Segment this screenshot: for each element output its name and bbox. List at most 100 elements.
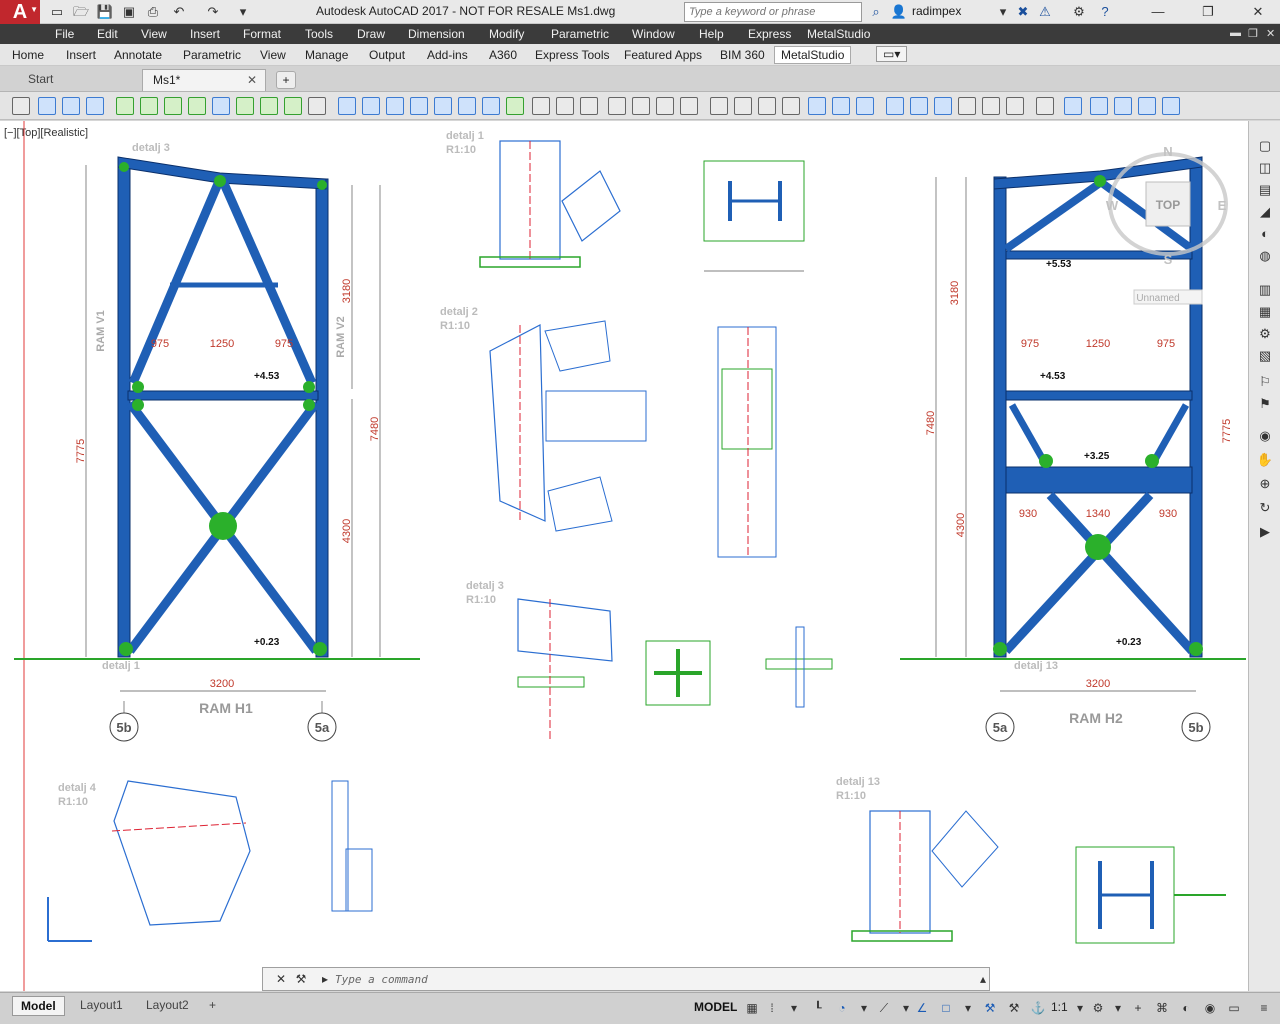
open-folder-icon[interactable]: 🗁 [72, 3, 90, 21]
view-2-icon[interactable] [1090, 97, 1108, 115]
view-5-icon[interactable] [1162, 97, 1180, 115]
table-1-icon[interactable] [886, 97, 904, 115]
box-icon[interactable]: ▢ [1256, 137, 1274, 155]
dimension-icon[interactable] [632, 97, 650, 115]
settings-icon[interactable] [1036, 97, 1054, 115]
model-space-toggle[interactable]: MODEL [694, 1000, 737, 1014]
binoculars-icon[interactable]: ⌕ [867, 3, 885, 21]
polar-icon[interactable]: ◔ [834, 1000, 850, 1016]
command-expand-icon[interactable]: ▴ [975, 971, 991, 987]
ibeam-icon[interactable] [62, 97, 80, 115]
command-input[interactable] [335, 971, 975, 987]
isodraft-dropdown-icon[interactable]: ▾ [898, 1000, 914, 1016]
close-button[interactable]: ✕ [1240, 0, 1276, 24]
menu-tools[interactable]: Tools [305, 27, 333, 41]
gear-icon[interactable]: ⚙ [1256, 325, 1274, 343]
save-icon[interactable]: 💾 [96, 3, 114, 21]
print-icon[interactable]: ⎙ [144, 3, 162, 21]
connection-1-icon[interactable] [338, 97, 356, 115]
drawing-tab-ms1[interactable]: Ms1* ✕ [142, 69, 266, 91]
tab-featured-apps[interactable]: Featured Apps [624, 48, 702, 62]
help-icon[interactable]: ? [1096, 3, 1114, 21]
tab-a360[interactable]: A360 [489, 48, 517, 62]
workspace-dropdown-icon[interactable]: ▾ [1110, 1000, 1126, 1016]
list-2-icon[interactable] [832, 97, 850, 115]
annotation-monitor-icon[interactable]: + [1130, 1000, 1146, 1016]
menu-help[interactable]: Help [699, 27, 724, 41]
wedge-icon[interactable]: ◢ [1256, 203, 1274, 221]
osnap-dropdown-icon[interactable]: ▾ [960, 1000, 976, 1016]
doc-restore-icon[interactable]: ❐ [1248, 27, 1258, 40]
connection-5-icon[interactable] [434, 97, 452, 115]
contrast-icon[interactable]: ◐ [1256, 225, 1274, 243]
stiffener-icon[interactable] [164, 97, 182, 115]
menu-parametric[interactable]: Parametric [551, 27, 609, 41]
isolate-objects-icon[interactable]: ◉ [1202, 1000, 1218, 1016]
drawing-canvas[interactable]: [−][Top][Realistic] 5b 5a RAM H1 3200 97… [0, 121, 1248, 991]
tab-parametric[interactable]: Parametric [183, 48, 241, 62]
bolts-icon[interactable] [532, 97, 550, 115]
layout-tab-layout1[interactable]: Layout1 [72, 996, 131, 1016]
table-2-icon[interactable] [910, 97, 928, 115]
view-3-icon[interactable] [1114, 97, 1132, 115]
close-command-line-icon[interactable]: ✕ [273, 971, 289, 987]
table-3-icon[interactable] [934, 97, 952, 115]
weld-icon[interactable] [556, 97, 574, 115]
menu-draw[interactable]: Draw [357, 27, 385, 41]
menu-edit[interactable]: Edit [97, 27, 118, 41]
menu-window[interactable]: Window [632, 27, 675, 41]
menu-express[interactable]: Express [748, 27, 791, 41]
sheet-set-icon[interactable]: ▧ [1256, 347, 1274, 365]
pan-icon[interactable]: ✋ [1256, 451, 1274, 469]
close-tab-icon[interactable]: ✕ [247, 73, 257, 87]
list-3-icon[interactable] [856, 97, 874, 115]
units-icon[interactable]: ⌘ [1154, 1000, 1170, 1016]
globe-icon[interactable]: ◍ [1256, 247, 1274, 265]
ortho-icon[interactable]: ┖ [810, 1000, 826, 1016]
osnap-icon[interactable]: □ [938, 1000, 954, 1016]
user-dropdown-icon[interactable]: ▾ [994, 3, 1012, 21]
doc-minimize-icon[interactable]: ▬ [1230, 27, 1241, 39]
ribbon-minimize-button[interactable]: ▭▾ [876, 46, 908, 62]
grid-icon[interactable]: ▦ [744, 1000, 760, 1016]
layers-icon[interactable]: ▤ [1256, 181, 1274, 199]
hardware-acceleration-icon[interactable]: ◐ [1178, 1000, 1194, 1016]
elevation-icon[interactable] [782, 97, 800, 115]
run-icon[interactable] [506, 97, 524, 115]
new-drawing-tab-button[interactable]: + [276, 71, 296, 89]
minimize-button[interactable]: — [1140, 0, 1176, 24]
connection-4-icon[interactable] [410, 97, 428, 115]
redo-icon[interactable]: ↷ [204, 3, 222, 21]
layout-tab-layout2[interactable]: Layout2 [138, 996, 197, 1016]
connection-6-icon[interactable] [458, 97, 476, 115]
menu-file[interactable]: File [55, 27, 74, 41]
tab-bim360[interactable]: BIM 360 [720, 48, 765, 62]
girt-icon[interactable] [284, 97, 302, 115]
angle-icon[interactable] [656, 97, 674, 115]
tab-insert[interactable]: Insert [66, 48, 96, 62]
column-icon[interactable] [212, 97, 230, 115]
connection-2-icon[interactable] [362, 97, 380, 115]
doc-close-icon[interactable]: ✕ [1266, 27, 1275, 40]
menu-view[interactable]: View [141, 27, 167, 41]
view-4-icon[interactable] [1138, 97, 1156, 115]
user-icon[interactable]: 👤 [890, 3, 908, 21]
customize-wrench-icon[interactable]: ⚒ [293, 971, 309, 987]
annotation-visibility-icon[interactable]: ⚒ [982, 1000, 998, 1016]
copy-sheet-icon[interactable] [1006, 97, 1024, 115]
menu-format[interactable]: Format [243, 27, 281, 41]
tab-view[interactable]: View [260, 48, 286, 62]
cart-icon[interactable]: ⚙ [1070, 3, 1088, 21]
snap-icon[interactable]: ⁞ [764, 1000, 780, 1016]
view-1-icon[interactable] [1064, 97, 1082, 115]
zoom-icon[interactable]: ⊕ [1256, 475, 1274, 493]
command-history-icon[interactable]: ▸ [317, 971, 333, 987]
viewcube[interactable]: TOP N E S W Unnamed [1088, 122, 1248, 312]
search-input[interactable] [684, 2, 862, 22]
report-icon[interactable] [958, 97, 976, 115]
hatch-icon[interactable] [758, 97, 776, 115]
application-menu-button[interactable]: A ▼ [0, 0, 40, 24]
align-icon[interactable] [608, 97, 626, 115]
menu-metalstudio[interactable]: MetalStudio [807, 27, 870, 41]
auto-scale-icon[interactable]: ⚒ [1006, 1000, 1022, 1016]
